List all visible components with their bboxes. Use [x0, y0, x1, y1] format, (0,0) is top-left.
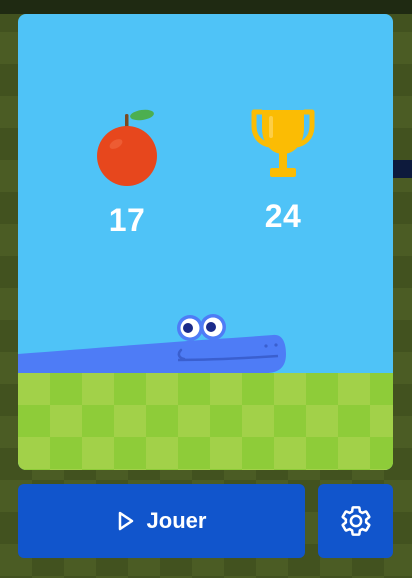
snake-character [18, 314, 286, 373]
gear-icon [341, 506, 370, 536]
best-score-stat: 24 [233, 108, 333, 235]
settings-button[interactable] [318, 484, 393, 558]
game-over-card: 17 24 [18, 14, 393, 470]
play-button[interactable]: Jouer [18, 484, 305, 558]
background-top-strip [0, 0, 412, 14]
play-label: Jouer [146, 508, 207, 533]
background-right-bar [392, 160, 412, 178]
score-stat: 17 [77, 108, 177, 239]
play-icon [117, 511, 135, 531]
trophy-icon [251, 109, 315, 177]
apple-icon [97, 109, 157, 186]
score-value: 17 [108, 202, 146, 238]
best-score-value: 24 [264, 198, 302, 234]
